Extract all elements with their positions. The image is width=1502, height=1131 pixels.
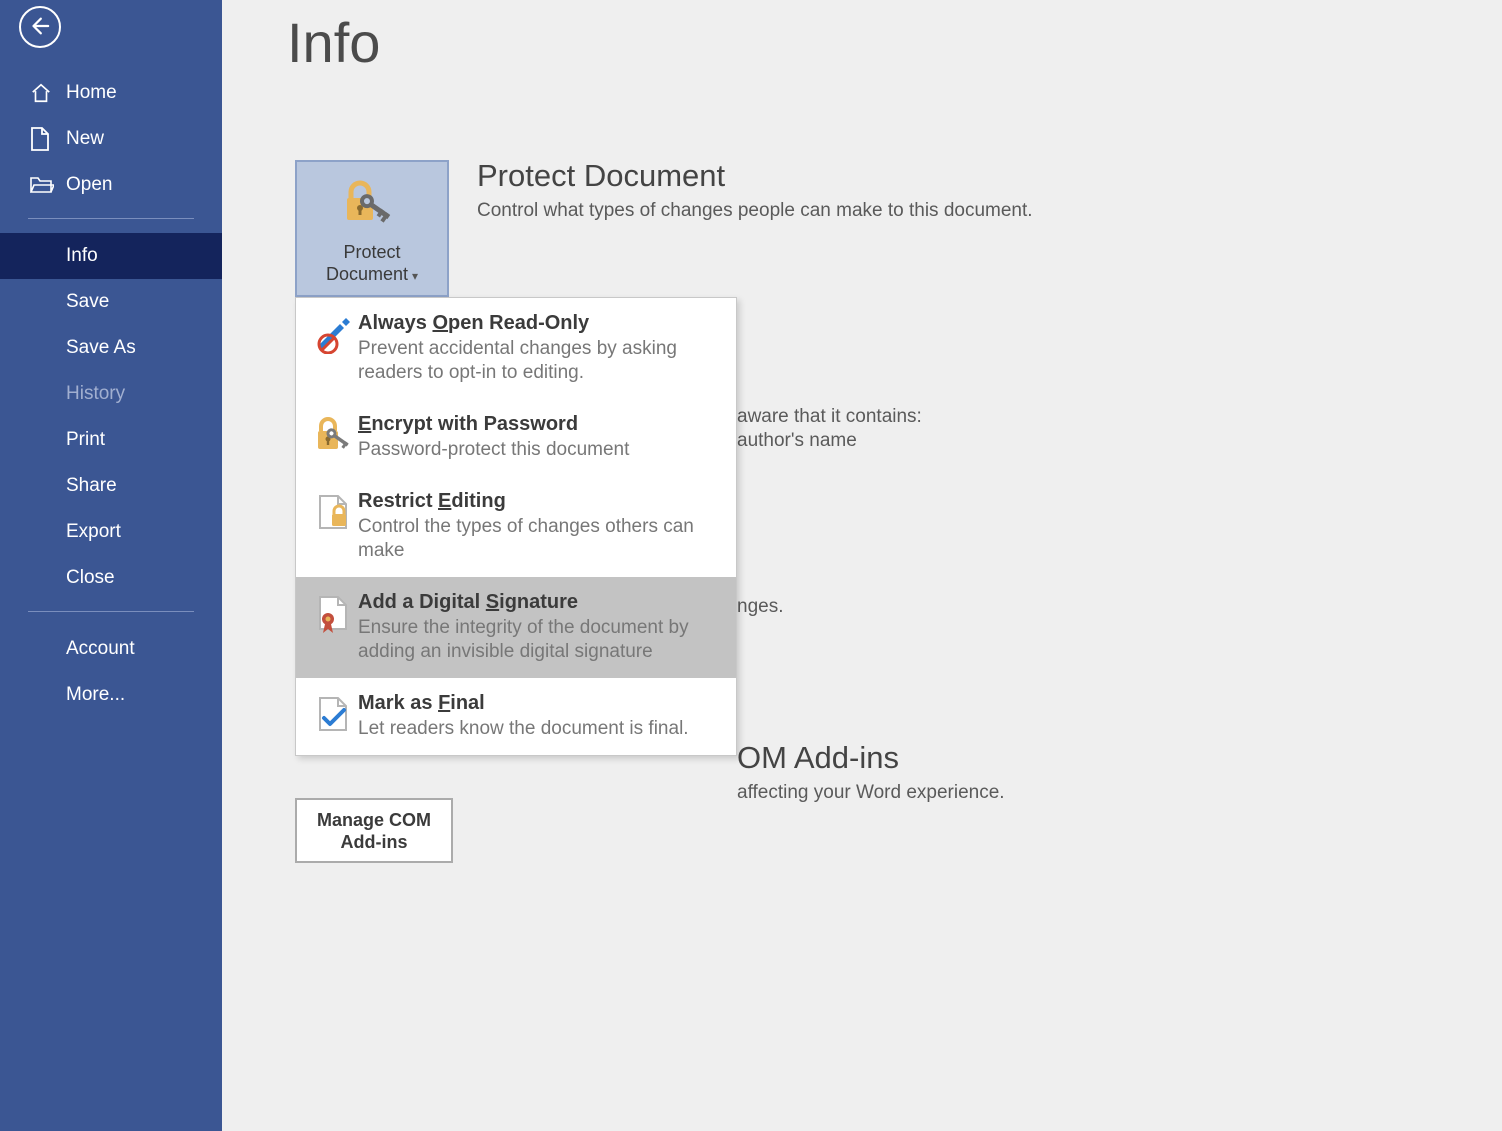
lock-key-icon: [297, 180, 447, 224]
sidebar-item-label: History: [66, 383, 125, 405]
dropdown-item-encrypt[interactable]: Encrypt with PasswordPassword-protect th…: [296, 399, 736, 476]
dropdown-item-readonly[interactable]: Always Open Read-OnlyPrevent accidental …: [296, 298, 736, 399]
readonly-icon: [310, 312, 358, 354]
protect-document-dropdown: Always Open Read-OnlyPrevent accidental …: [295, 297, 737, 756]
sidebar-item-label: Share: [66, 475, 117, 497]
protect-document-button[interactable]: ProtectDocument ▾: [295, 160, 449, 297]
dropdown-item-title: Encrypt with Password: [358, 413, 722, 436]
page-title: Info: [287, 10, 380, 75]
arrow-left-icon: [28, 15, 50, 37]
backstage-sidebar: Home New Open Info Save Save As History Prin…: [0, 0, 222, 1131]
dropdown-item-title: Always Open Read-Only: [358, 312, 722, 335]
back-button[interactable]: [19, 6, 61, 48]
manage-section-body: nges.: [737, 596, 783, 618]
dropdown-item-title: Restrict Editing: [358, 490, 722, 513]
sidebar-item-label: New: [66, 128, 104, 150]
dropdown-item-desc: Control the types of changes others can …: [358, 515, 722, 563]
sidebar-item-label: Open: [66, 174, 112, 196]
sidebar-item-close[interactable]: Close: [0, 555, 222, 601]
sidebar-item-label: Print: [66, 429, 105, 451]
sidebar-item-label: Account: [66, 638, 135, 660]
dropdown-item-desc: Let readers know the document is final.: [358, 717, 722, 741]
protect-section-heading: Protect Document: [477, 158, 1033, 194]
sidebar-item-info[interactable]: Info: [0, 233, 222, 279]
final-icon: [310, 692, 358, 734]
backstage-main: Info ProtectDocument▾ Protect: [222, 0, 1502, 1131]
com-section-body: affecting your Word experience.: [737, 782, 1005, 804]
sidebar-item-open[interactable]: Open: [0, 162, 222, 208]
dropdown-item-desc: Password-protect this document: [358, 438, 722, 462]
sidebar-item-share[interactable]: Share: [0, 463, 222, 509]
protect-button-label: ProtectDocument: [326, 242, 408, 284]
manage-com-label: Manage COMAdd-ins: [317, 809, 431, 853]
sidebar-item-label: Close: [66, 567, 115, 589]
com-section-heading: OM Add-ins: [737, 740, 1005, 776]
manage-com-addins-button[interactable]: Manage COMAdd-ins: [295, 798, 453, 863]
sidebar-item-label: Export: [66, 521, 121, 543]
sidebar-item-account[interactable]: Account: [0, 626, 222, 672]
sidebar-item-more-[interactable]: More...: [0, 672, 222, 718]
new-doc-icon: [30, 127, 56, 151]
sidebar-item-label: Info: [66, 245, 98, 267]
dropdown-item-restrict[interactable]: Restrict EditingControl the types of cha…: [296, 476, 736, 577]
inspect-section-line1: aware that it contains:: [737, 406, 922, 428]
inspect-section-line2: author's name: [737, 430, 922, 452]
sidebar-item-export[interactable]: Export: [0, 509, 222, 555]
sidebar-item-print[interactable]: Print: [0, 417, 222, 463]
sidebar-item-new[interactable]: New: [0, 116, 222, 162]
sidebar-item-label: More...: [66, 684, 125, 706]
protect-section-body: Control what types of changes people can…: [477, 200, 1033, 222]
dropdown-item-desc: Ensure the integrity of the document by …: [358, 616, 722, 664]
sidebar-item-save[interactable]: Save: [0, 279, 222, 325]
restrict-icon: [310, 490, 358, 532]
chevron-down-icon: ▾: [412, 269, 418, 283]
dropdown-item-title: Add a Digital Signature: [358, 591, 722, 614]
dropdown-item-final[interactable]: Mark as FinalLet readers know the docume…: [296, 678, 736, 755]
sidebar-divider: [28, 611, 194, 612]
open-folder-icon: [30, 175, 56, 195]
encrypt-icon: [310, 413, 358, 455]
sidebar-item-label: Save As: [66, 337, 136, 359]
sign-icon: [310, 591, 358, 633]
dropdown-item-desc: Prevent accidental changes by asking rea…: [358, 337, 722, 385]
sidebar-item-history: History: [0, 371, 222, 417]
sidebar-item-label: Home: [66, 82, 117, 104]
home-icon: [30, 82, 56, 104]
sidebar-divider: [28, 218, 194, 219]
sidebar-item-save-as[interactable]: Save As: [0, 325, 222, 371]
sidebar-item-label: Save: [66, 291, 109, 313]
sidebar-item-home[interactable]: Home: [0, 70, 222, 116]
dropdown-item-title: Mark as Final: [358, 692, 722, 715]
dropdown-item-sign[interactable]: Add a Digital SignatureEnsure the integr…: [296, 577, 736, 678]
